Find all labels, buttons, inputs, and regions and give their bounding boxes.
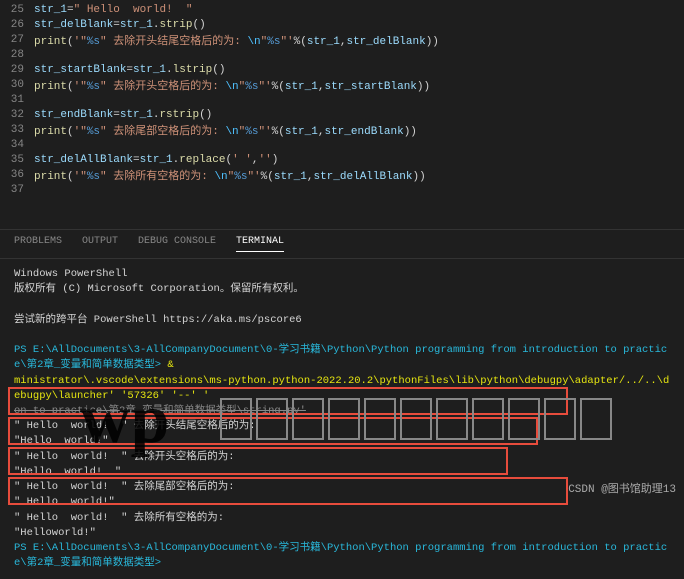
- watermark-attribution: CSDN @图书馆助理13: [568, 480, 676, 496]
- terminal-output: "Hello world! ": [14, 465, 670, 480]
- terminal-output: " Hello world!": [14, 495, 670, 510]
- line-number: 30: [0, 79, 34, 91]
- terminal-output: " Hello world! " 去除开头结尾空格后的为:: [14, 419, 670, 434]
- terminal-line: ministrator\.vscode\extensions\ms-python…: [14, 374, 670, 404]
- code-content[interactable]: print('"%s" 去除所有空格的为: \n"%s"'%(str_1,str…: [34, 167, 426, 183]
- line-number: 33: [0, 124, 34, 136]
- terminal-line: Windows PowerShell: [14, 267, 670, 282]
- terminal-line: PS E:\AllDocuments\3-AllCompanyDocument\…: [14, 343, 670, 373]
- line-number: 29: [0, 64, 34, 76]
- line-number: 31: [0, 94, 34, 106]
- line-number: 34: [0, 139, 34, 151]
- tab-output[interactable]: OUTPUT: [82, 236, 118, 252]
- code-editor[interactable]: 25str_1=" Hello world! "26str_delBlank=s…: [0, 0, 684, 199]
- code-content[interactable]: print('"%s" 去除开头结尾空格后的为: \n"%s"'%(str_1,…: [34, 32, 439, 48]
- code-content[interactable]: print('"%s" 去除尾部空格后的为: \n"%s"'%(str_1,st…: [34, 122, 417, 138]
- terminal-line: 版权所有 (C) Microsoft Corporation。保留所有权利。: [14, 282, 670, 297]
- panel-tabs: PROBLEMS OUTPUT DEBUG CONSOLE TERMINAL: [0, 230, 684, 259]
- code-content[interactable]: str_1=" Hello world! ": [34, 4, 192, 16]
- line-number: 28: [0, 49, 34, 61]
- line-number: 26: [0, 19, 34, 31]
- tab-debug-console[interactable]: DEBUG CONSOLE: [138, 236, 216, 252]
- line-number: 35: [0, 154, 34, 166]
- line-number: 25: [0, 4, 34, 16]
- terminal-output: "Hello world!": [14, 434, 670, 449]
- line-number: 32: [0, 109, 34, 121]
- terminal-output: "Helloworld!": [14, 526, 670, 541]
- terminal-prompt: PS E:\AllDocuments\3-AllCompanyDocument\…: [14, 541, 670, 571]
- terminal-output: " Hello world! " 去除所有空格的为:: [14, 511, 670, 526]
- terminal-line: 尝试新的跨平台 PowerShell https://aka.ms/pscore…: [14, 313, 670, 328]
- terminal-output: " Hello world! " 去除开头空格后的为:: [14, 450, 670, 465]
- terminal-line: [14, 297, 670, 312]
- terminal-line: on to practice\第2章_变量和简单数据类型\string.py': [14, 404, 670, 419]
- code-content[interactable]: str_startBlank=str_1.lstrip(): [34, 64, 225, 76]
- tab-problems[interactable]: PROBLEMS: [14, 236, 62, 252]
- tab-terminal[interactable]: TERMINAL: [236, 236, 284, 252]
- code-content[interactable]: print('"%s" 去除开头空格后的为: \n"%s"'%(str_1,st…: [34, 77, 430, 93]
- terminal-panel[interactable]: Windows PowerShell 版权所有 (C) Microsoft Co…: [0, 259, 684, 579]
- line-number: 27: [0, 34, 34, 46]
- code-content[interactable]: str_delBlank=str_1.strip(): [34, 19, 206, 31]
- line-number: 36: [0, 169, 34, 181]
- code-content[interactable]: str_endBlank=str_1.rstrip(): [34, 109, 212, 121]
- code-content[interactable]: str_delAllBlank=str_1.replace(' ',''): [34, 154, 278, 166]
- line-number: 37: [0, 184, 34, 196]
- terminal-line: [14, 328, 670, 343]
